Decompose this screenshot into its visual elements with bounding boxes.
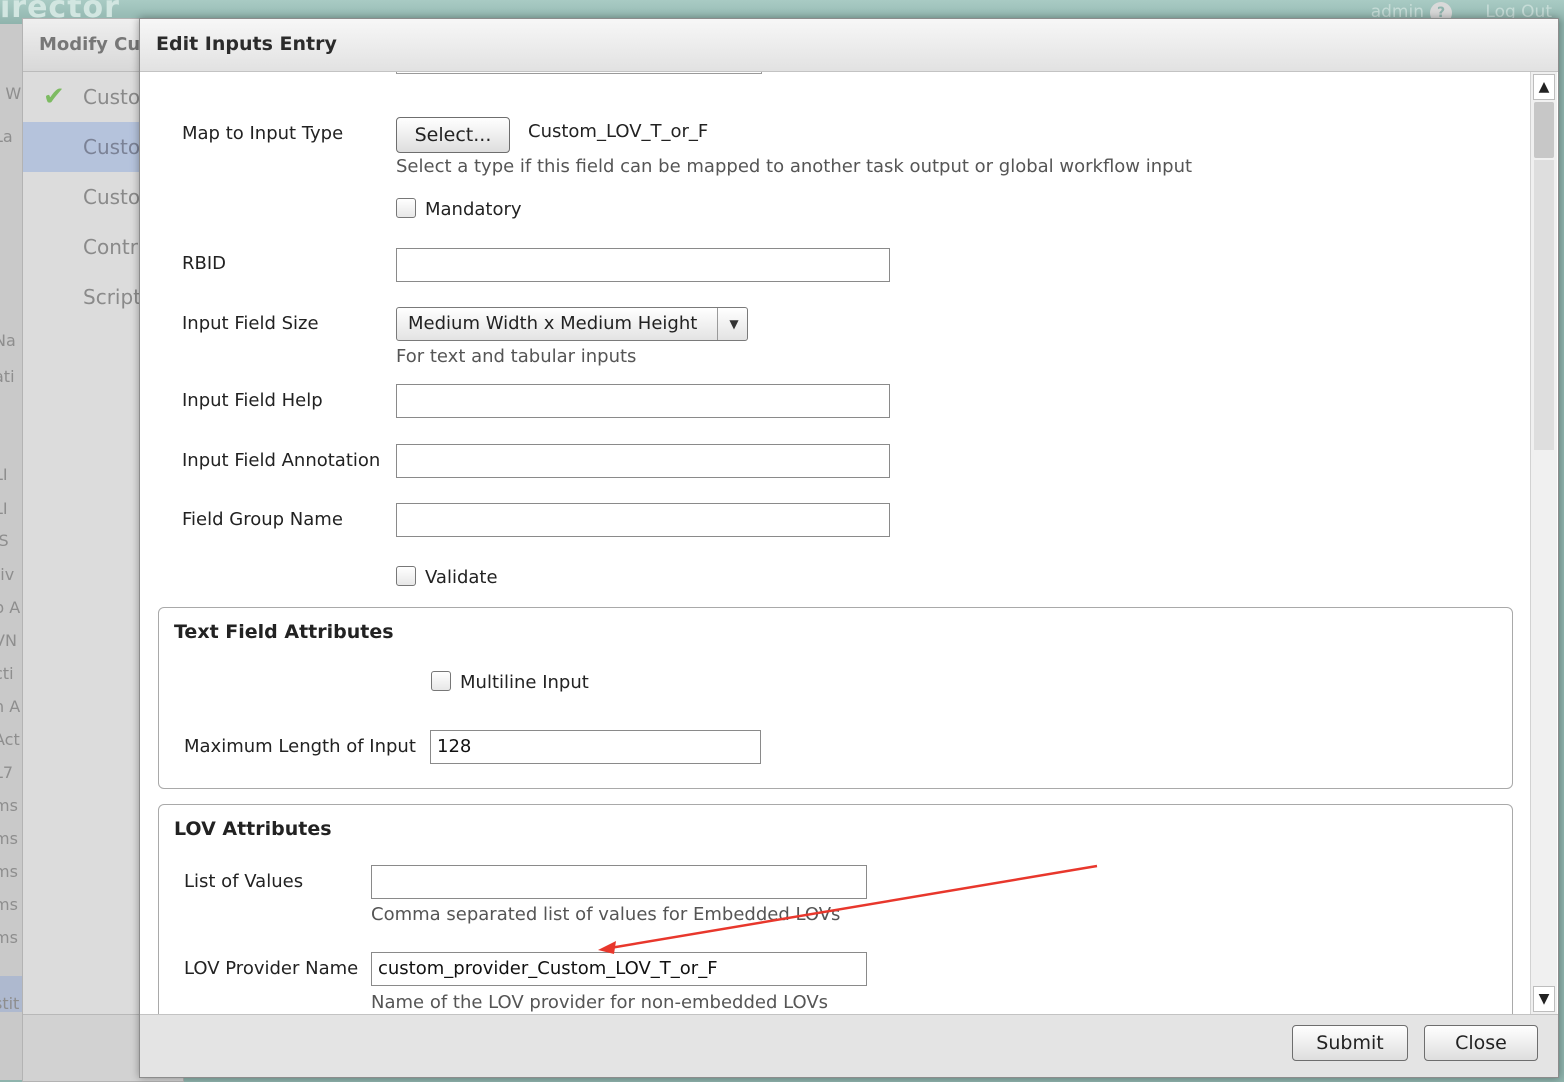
gutter-label: p A bbox=[0, 598, 21, 617]
gutter-label: ms bbox=[0, 928, 18, 947]
wizard-step-label: Custo bbox=[83, 85, 141, 109]
dialog-body[interactable]: Map to Input Type Select... Custom_LOV_T… bbox=[140, 72, 1530, 1014]
gutter-label: Act bbox=[0, 730, 20, 749]
gutter-label: LI bbox=[0, 465, 8, 484]
input-field-annotation-input[interactable] bbox=[396, 444, 890, 478]
section-title: Text Field Attributes bbox=[174, 621, 394, 643]
input-field-help-label: Input Field Help bbox=[182, 390, 323, 411]
gutter-label: n A bbox=[0, 697, 21, 716]
wizard-step-label: Custo bbox=[83, 185, 141, 209]
gutter-label: cti bbox=[0, 664, 14, 683]
scroll-thumb[interactable] bbox=[1534, 102, 1554, 158]
selected-type-value: Custom_LOV_T_or_F bbox=[528, 121, 709, 142]
close-button[interactable]: Close bbox=[1424, 1025, 1538, 1061]
validate-checkbox[interactable] bbox=[396, 566, 416, 586]
gutter-label: ms bbox=[0, 829, 18, 848]
gutter-label: ms bbox=[0, 862, 18, 881]
clipped-field-edge bbox=[396, 72, 762, 74]
list-of-values-hint: Comma separated list of values for Embed… bbox=[371, 904, 841, 925]
wizard-step-label: Contr bbox=[83, 235, 138, 259]
lov-provider-name-hint: Name of the LOV provider for non-embedde… bbox=[371, 992, 829, 1013]
list-of-values-input[interactable] bbox=[371, 865, 867, 899]
background-left-gutter: t W La Na ati LI LI iS tiv p A VN cti n … bbox=[0, 24, 24, 1080]
map-type-hint: Select a type if this field can be mappe… bbox=[396, 156, 1193, 177]
max-length-input[interactable]: 128 bbox=[430, 730, 761, 764]
wizard-step-label: Script bbox=[83, 285, 142, 309]
gutter-label: ati bbox=[0, 367, 15, 386]
rbid-label: RBID bbox=[182, 253, 227, 274]
lov-provider-name-label: LOV Provider Name bbox=[184, 958, 359, 979]
edit-inputs-entry-dialog: Edit Inputs Entry Map to Input Type Sele… bbox=[139, 18, 1559, 1078]
input-field-size-label: Input Field Size bbox=[182, 313, 319, 334]
input-field-size-hint: For text and tabular inputs bbox=[396, 346, 637, 367]
scroll-up-arrow-icon[interactable]: ▲ bbox=[1533, 74, 1555, 100]
mandatory-checkbox[interactable] bbox=[396, 198, 416, 218]
rbid-input[interactable] bbox=[396, 248, 890, 282]
input-field-help-input[interactable] bbox=[396, 384, 890, 418]
dialog-scrollbar[interactable]: ▲ ▼ bbox=[1530, 72, 1557, 1014]
validate-label[interactable]: Validate bbox=[425, 567, 498, 588]
lov-provider-name-input[interactable]: custom_provider_Custom_LOV_T_or_F bbox=[371, 952, 867, 986]
field-group-name-input[interactable] bbox=[396, 503, 890, 537]
dialog-title: Edit Inputs Entry bbox=[156, 33, 337, 55]
gutter-label: Na bbox=[0, 331, 16, 350]
section-title: LOV Attributes bbox=[174, 818, 332, 840]
gutter-label: iS bbox=[0, 531, 9, 550]
gutter-label: L7 bbox=[0, 763, 14, 782]
gutter-label: tiv bbox=[0, 565, 15, 584]
list-of-values-label: List of Values bbox=[184, 871, 304, 892]
gutter-label: VN bbox=[0, 631, 17, 650]
wizard-step-label: Custo bbox=[83, 135, 141, 159]
lov-attributes-section: LOV Attributes List of Values Comma sepa… bbox=[158, 804, 1513, 1014]
mandatory-label[interactable]: Mandatory bbox=[425, 199, 522, 220]
max-length-label: Maximum Length of Input bbox=[184, 736, 416, 757]
gutter-label: LI bbox=[0, 499, 8, 518]
map-to-input-type-label: Map to Input Type bbox=[182, 123, 344, 144]
gutter-label: t W bbox=[0, 84, 22, 103]
multiline-input-checkbox[interactable] bbox=[431, 671, 451, 691]
dialog-footer: Submit Close bbox=[140, 1014, 1558, 1077]
text-field-attributes-section: Text Field Attributes Multiline Input Ma… bbox=[158, 607, 1513, 789]
dialog-header[interactable]: Edit Inputs Entry bbox=[140, 19, 1558, 72]
submit-button[interactable]: Submit bbox=[1292, 1025, 1408, 1061]
gutter-label: stit bbox=[0, 994, 20, 1013]
select-type-button[interactable]: Select... bbox=[396, 117, 510, 153]
multiline-input-label[interactable]: Multiline Input bbox=[460, 672, 589, 693]
field-group-name-label: Field Group Name bbox=[182, 509, 343, 530]
scroll-down-arrow-icon[interactable]: ▼ bbox=[1533, 986, 1555, 1012]
input-field-size-select[interactable]: Medium Width x Medium Height ▼ bbox=[396, 307, 748, 341]
dropdown-separator bbox=[717, 308, 718, 340]
gutter-label: La bbox=[0, 127, 13, 146]
gutter-label: ms bbox=[0, 895, 18, 914]
checkmark-icon: ✔ bbox=[43, 82, 65, 112]
input-field-size-selected: Medium Width x Medium Height bbox=[408, 313, 698, 334]
chevron-down-icon[interactable]: ▼ bbox=[723, 308, 745, 340]
input-field-annotation-label: Input Field Annotation bbox=[182, 450, 381, 471]
scroll-track-segment bbox=[1534, 160, 1554, 450]
gutter-label: ms bbox=[0, 796, 18, 815]
